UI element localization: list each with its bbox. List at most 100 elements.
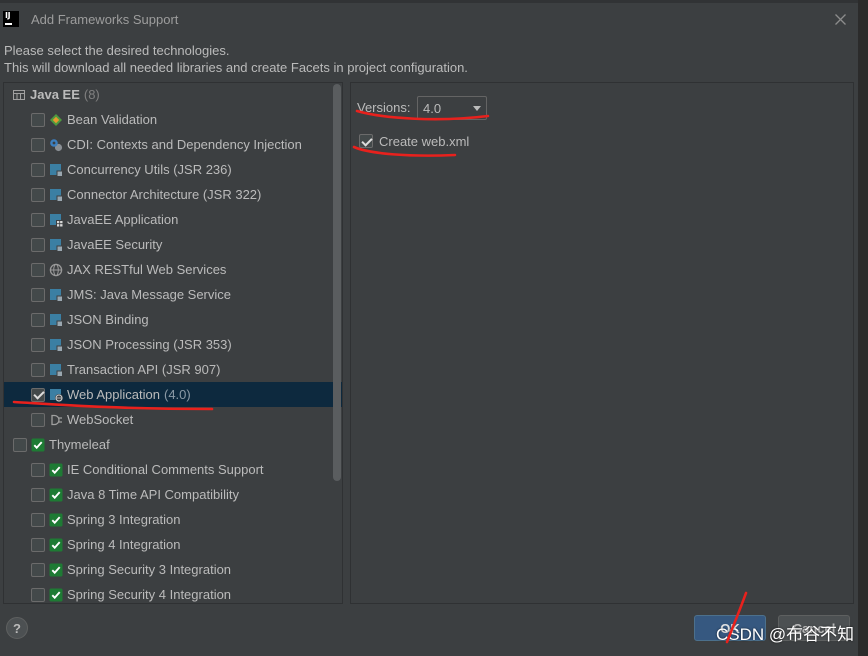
tree-item-jax-restful-web-services[interactable]: JAX RESTful Web Services xyxy=(4,257,342,282)
checkbox-jax-restful-web-services[interactable] xyxy=(31,262,45,277)
javaee-icon xyxy=(49,163,63,177)
logo-lettering: IJ xyxy=(5,11,11,20)
tree-item-label: Spring Security 4 Integration xyxy=(67,587,232,602)
checkbox-web-application[interactable] xyxy=(31,387,45,402)
checkbox-connector-architecture-jsr-322[interactable] xyxy=(31,187,45,202)
tree-item-label: WebSocket xyxy=(67,412,134,427)
tree-item-transaction-api-jsr-907[interactable]: Transaction API (JSR 907) xyxy=(4,357,342,382)
tree-item-json-binding[interactable]: JSON Binding xyxy=(4,307,342,332)
tree-item-label: Transaction API (JSR 907) xyxy=(67,362,221,377)
bean-validation-icon xyxy=(49,113,63,127)
javaee-application-icon xyxy=(49,213,63,227)
tree-item-label: Spring Security 3 Integration xyxy=(67,562,232,577)
checkbox-spring-security-4-integration[interactable] xyxy=(31,587,45,602)
thymeleaf-check-icon xyxy=(31,438,45,452)
tree-item-javaee-security[interactable]: JavaEE Security xyxy=(4,232,342,257)
tree-group-thymeleaf[interactable]: Thymeleaf xyxy=(4,432,342,457)
tree-scrollbar-thumb[interactable] xyxy=(333,84,341,481)
tree-group-java-ee[interactable]: Java EE (8) xyxy=(4,83,342,107)
checkbox-cdi-contexts-and-dependency-injection[interactable] xyxy=(31,137,45,152)
tree-group-label: Java EE xyxy=(30,87,80,102)
tree-item-jms-java-message-service[interactable]: JMS: Java Message Service xyxy=(4,282,342,307)
checkbox-java-8-time-api-compatibility[interactable] xyxy=(31,487,45,502)
versions-label: Versions: xyxy=(357,100,411,115)
library-icon xyxy=(12,88,26,102)
create-webxml-checkbox[interactable] xyxy=(359,134,373,148)
thymeleaf-check-icon xyxy=(49,488,63,502)
tree-item-spring-security-4-integration[interactable]: Spring Security 4 Integration xyxy=(4,582,342,603)
description-line-1: Please select the desired technologies. xyxy=(4,43,230,58)
window-top-edge xyxy=(0,0,858,3)
tree-item-connector-architecture-jsr-322[interactable]: Connector Architecture (JSR 322) xyxy=(4,182,342,207)
checkbox-javaee-security[interactable] xyxy=(31,237,45,252)
tree-item-spring-3-integration[interactable]: Spring 3 Integration xyxy=(4,507,342,532)
checkbox-spring-3-integration[interactable] xyxy=(31,512,45,527)
tree-item-label: CDI: Contexts and Dependency Injection xyxy=(67,137,302,152)
tree-item-json-processing-jsr-353[interactable]: JSON Processing (JSR 353) xyxy=(4,332,342,357)
checkbox-json-binding[interactable] xyxy=(31,312,45,327)
javaee-icon xyxy=(49,188,63,202)
tree-item-label: JAX RESTful Web Services xyxy=(67,262,227,277)
websocket-icon xyxy=(49,413,63,427)
javaee-icon xyxy=(49,238,63,252)
tree-item-label: IE Conditional Comments Support xyxy=(67,462,264,477)
add-frameworks-dialog: IJ Add Frameworks Support Please select … xyxy=(0,0,858,656)
thymeleaf-check-icon xyxy=(49,563,63,577)
tree-group-count: (8) xyxy=(83,87,100,102)
checkbox-ie-conditional-comments-support[interactable] xyxy=(31,462,45,477)
chevron-down-icon xyxy=(473,106,481,111)
create-webxml-label: Create web.xml xyxy=(379,133,470,149)
tree-item-label: Concurrency Utils (JSR 236) xyxy=(67,162,232,177)
technologies-tree[interactable]: Java EE (8) Bean Validation CDI: Contexts a… xyxy=(3,82,343,604)
checkbox-spring-security-3-integration[interactable] xyxy=(31,562,45,577)
version-suffix: (4.0) xyxy=(164,387,191,402)
tree-item-javaee-application[interactable]: JavaEE Application xyxy=(4,207,342,232)
checkbox-bean-validation[interactable] xyxy=(31,112,45,127)
tree-item-label: Java 8 Time API Compatibility xyxy=(67,487,239,502)
javaee-icon xyxy=(49,338,63,352)
dialog-description: Please select the desired technologies. … xyxy=(4,42,468,76)
checkbox-jms-java-message-service[interactable] xyxy=(31,287,45,302)
javaee-icon xyxy=(49,313,63,327)
checkbox-concurrency-utils-jsr-236[interactable] xyxy=(31,162,45,177)
window-title: Add Frameworks Support xyxy=(31,12,179,27)
versions-dropdown[interactable]: 4.0 xyxy=(417,96,487,120)
checkbox-websocket[interactable] xyxy=(31,412,45,427)
tree-item-cdi-contexts-and-dependency-injection[interactable]: CDI: Contexts and Dependency Injection xyxy=(4,132,342,157)
checkbox-json-processing-jsr-353[interactable] xyxy=(31,337,45,352)
thymeleaf-check-icon xyxy=(49,588,63,602)
logo-bar xyxy=(5,23,12,25)
cdi-icon xyxy=(49,138,63,152)
description-line-2: This will download all needed libraries … xyxy=(4,60,468,75)
tree-item-concurrency-utils-jsr-236[interactable]: Concurrency Utils (JSR 236) xyxy=(4,157,342,182)
tree-item-label: Bean Validation xyxy=(67,112,158,127)
tree-item-label: Spring 4 Integration xyxy=(67,537,181,552)
tree-item-web-application[interactable]: Web Application (4.0) xyxy=(4,382,342,407)
help-button[interactable]: ? xyxy=(6,617,28,639)
tree-item-websocket[interactable]: WebSocket xyxy=(4,407,342,432)
intellij-logo-icon: IJ xyxy=(3,11,19,27)
tree-item-bean-validation[interactable]: Bean Validation xyxy=(4,107,342,132)
tree-list: Java EE (8) Bean Validation CDI: Contexts a… xyxy=(4,83,342,603)
tree-item-label: JMS: Java Message Service xyxy=(67,287,232,302)
tree-item-label: Spring 3 Integration xyxy=(67,512,181,527)
checkbox-thymeleaf[interactable] xyxy=(13,437,27,452)
tree-item-ie-conditional-comments-support[interactable]: IE Conditional Comments Support xyxy=(4,457,342,482)
tree-group-label: Thymeleaf xyxy=(49,437,110,452)
create-webxml-option[interactable]: Create web.xml xyxy=(359,132,469,150)
tree-item-spring-security-3-integration[interactable]: Spring Security 3 Integration xyxy=(4,557,342,582)
checkbox-javaee-application[interactable] xyxy=(31,212,45,227)
tree-item-label: Connector Architecture (JSR 322) xyxy=(67,187,262,202)
framework-settings-panel: Versions: 4.0 Create web.xml xyxy=(350,82,854,604)
tree-item-label: JSON Processing (JSR 353) xyxy=(67,337,232,352)
tree-item-label: JSON Binding xyxy=(67,312,149,327)
versions-dropdown-value: 4.0 xyxy=(423,100,442,116)
thymeleaf-check-icon xyxy=(49,513,63,527)
checkbox-transaction-api-jsr-907[interactable] xyxy=(31,362,45,377)
globe-icon xyxy=(49,263,63,277)
tree-item-spring-4-integration[interactable]: Spring 4 Integration xyxy=(4,532,342,557)
tree-item-java-8-time-api-compatibility[interactable]: Java 8 Time API Compatibility xyxy=(4,482,342,507)
checkbox-spring-4-integration[interactable] xyxy=(31,537,45,552)
tree-item-label: JavaEE Application xyxy=(67,212,179,227)
close-icon[interactable] xyxy=(834,13,847,26)
